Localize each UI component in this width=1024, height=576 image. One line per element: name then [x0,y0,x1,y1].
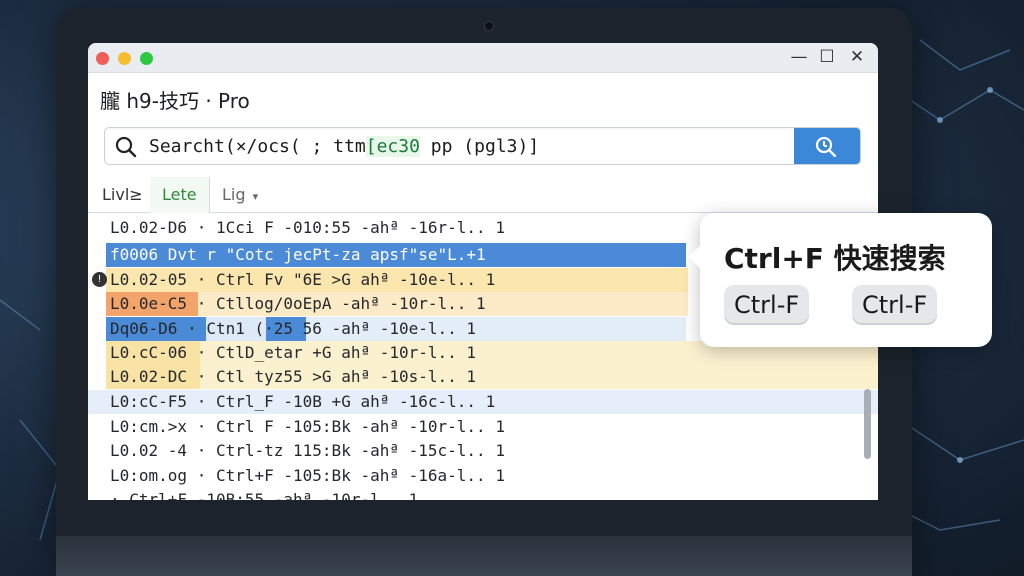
search-query-suffix: pp (pgl3)] [419,136,540,157]
chevron-down-icon: ▾ [252,190,259,203]
tab-bar: Livl≥ Lete Lig ▾ [88,177,878,213]
maximize-icon[interactable]: ☐ [817,47,837,67]
app-title: 朧 h9-技巧 · Pro [100,89,250,113]
log-row-text: L0.cC-06 · CtlD_etar +G ahª -10r-l.. 1 [110,343,477,362]
log-row[interactable]: L0:cm.>x · Ctrl F -105:Bk -ahª -10r-l.. … [88,415,878,439]
log-row-text: f0006 Dvt r "Cotc jecPt-za apsf"se"L.+1 [110,245,486,264]
minimize-traffic-light[interactable] [118,52,131,65]
log-row[interactable]: L0:om.og · Ctrl+F -105:Bk -ahª -16a-l.. … [88,464,878,488]
tooltip-title: Ctrl+F 快速搜索 [724,242,946,275]
log-row-text: L0.02-D6 · 1Cci F -010:55 -ahª -16r-l.. … [110,218,505,237]
log-row-highlighted[interactable]: L0.02-DC · Ctl tyz55 >G ahª -10s-l.. 1 [88,365,878,389]
close-icon[interactable]: ✕ [847,47,867,67]
search-input[interactable]: Searcht(×/ocs( ; ttm[ec30 pp (pgl3)] [104,127,861,165]
zoom-traffic-light[interactable] [140,52,153,65]
scrollbar-thumb[interactable] [864,389,871,459]
tab-livl[interactable]: Livl≥ [90,177,156,213]
log-row[interactable]: L0:cC-F5 · Ctrl_F -10B +G ahª -16c-l.. 1 [88,390,878,414]
log-row-text: L0:cm.>x · Ctrl F -105:Bk -ahª -10r-l.. … [110,417,505,436]
log-row-selected[interactable]: f0006 Dvt r "Cotc jecPt-za apsf"se"L.+1 [106,243,686,267]
log-row-text: L0.02-DC · Ctl tyz55 >G ahª -10s-l.. 1 [110,367,477,386]
log-row-text: L0:cC-F5 · Ctrl_F -10B +G ahª -16c-l.. 1 [110,392,496,411]
warning-icon: ! [92,272,107,287]
log-row-text: · Ctrl+F -10B:55 -ahª -10r-l.. 1 [110,490,419,500]
search-icon [115,136,137,158]
search-refresh-icon [815,136,837,157]
log-row-text: L0.0e-C5 · Ctllog/0oEpA -ahª -10r-l.. 1 [110,294,486,313]
tab-lete[interactable]: Lete [150,177,210,213]
search-query-prefix: Searcht(×/ocs( ; ttm [149,136,366,157]
laptop-base [56,536,912,576]
tab-lig-label: Lig [222,185,246,204]
window-titlebar[interactable]: — ☐ ✕ [88,43,878,73]
log-row-text: L0.02-05 · Ctrl Fv "6E >G ahª -10e-l.. 1 [110,270,496,289]
search-query: Searcht(×/ocs( ; ttm[ec30 pp (pgl3)] [149,136,539,157]
log-row[interactable]: L0.02 -4 · Ctrl-tz 115:Bk -ahª -15c-l.. … [88,439,878,463]
log-row-text: L0:om.og · Ctrl+F -105:Bk -ahª -16a-l.. … [110,466,505,485]
log-row-selected[interactable]: Dq06-D6 · Ctn1 (·25 56 -ahª -10e-l.. 1 [106,317,686,341]
shortcut-tooltip: Ctrl+F 快速搜索 Ctrl-F Ctrl-F [688,213,992,347]
minimize-icon[interactable]: — [789,47,809,67]
tooltip-arrow [688,245,701,269]
shortcut-key: Ctrl-F [852,285,938,325]
webcam [484,21,494,31]
search-query-highlight: [ec30 [365,136,420,157]
log-row-text: Dq06-D6 · Ctn1 (·25 56 -ahª -10e-l.. 1 [110,319,477,338]
shortcut-key: Ctrl-F [724,285,810,325]
log-row[interactable]: · Ctrl+F -10B:55 -ahª -10r-l.. 1 [88,488,878,500]
log-row-text: L0.02 -4 · Ctrl-tz 115:Bk -ahª -15c-l.. … [110,441,505,460]
close-traffic-light[interactable] [96,52,109,65]
search-button[interactable] [794,128,860,164]
tab-lig[interactable]: Lig ▾ [210,177,270,213]
